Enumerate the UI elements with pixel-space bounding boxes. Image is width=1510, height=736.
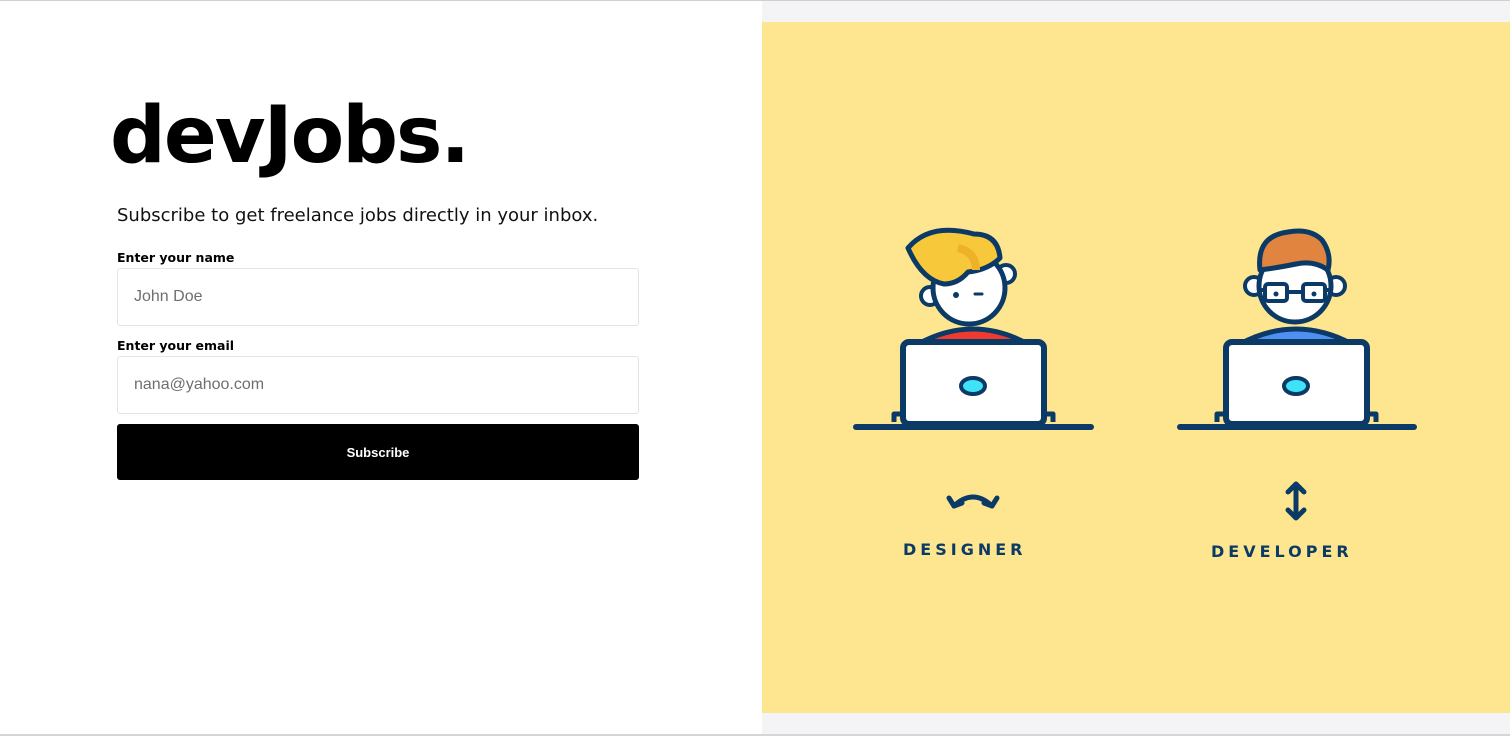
designer-label: DESIGNER <box>903 540 1027 559</box>
designer-eye <box>953 292 959 298</box>
tagline: Subscribe to get freelance jobs directly… <box>117 205 599 226</box>
email-label: Enter your email <box>117 338 235 353</box>
name-input[interactable] <box>117 268 639 326</box>
swap-vertical-icon <box>1285 481 1307 521</box>
developer-laptop-logo <box>1282 376 1310 396</box>
subscribe-button[interactable]: Subscribe <box>117 424 639 480</box>
designer-figure <box>853 227 1094 509</box>
brand-logo: devJobs. <box>110 91 470 181</box>
name-label: Enter your name <box>117 250 235 265</box>
email-input[interactable] <box>117 356 639 414</box>
swap-horizontal-icon <box>946 494 1000 509</box>
hero-illustration: DESIGNER DEVELOPER <box>762 22 1510 713</box>
role-illustration <box>853 227 1417 521</box>
developer-hair <box>1257 228 1332 273</box>
subscribe-page: devJobs. Subscribe to get freelance jobs… <box>0 0 1510 736</box>
subscribe-panel: devJobs. Subscribe to get freelance jobs… <box>0 1 762 734</box>
illustration-panel: DESIGNER DEVELOPER <box>762 1 1510 734</box>
developer-figure <box>1177 228 1417 521</box>
developer-label: DEVELOPER <box>1211 542 1353 561</box>
designer-laptop-logo <box>959 376 987 396</box>
